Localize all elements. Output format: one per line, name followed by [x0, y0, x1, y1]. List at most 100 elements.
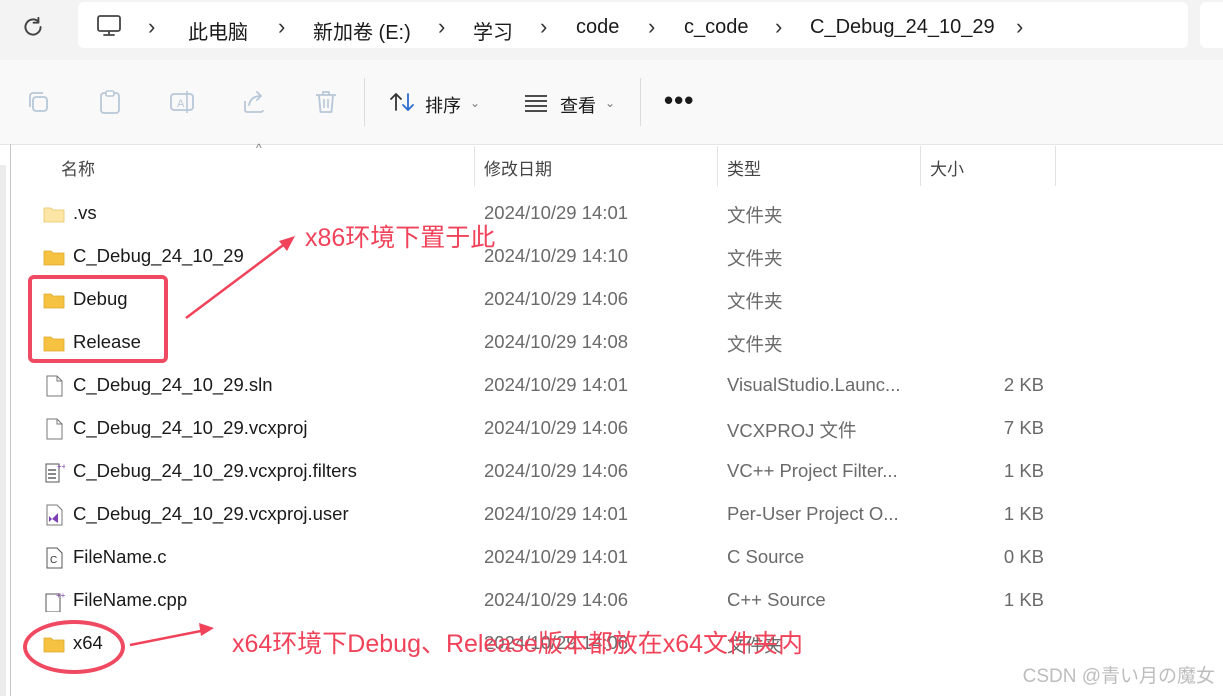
svg-text:C: C — [50, 555, 57, 566]
sort-icon[interactable] — [388, 88, 416, 116]
file-size: 1 KB — [1003, 503, 1044, 524]
search-box[interactable] — [1200, 2, 1223, 48]
breadcrumb-c-code[interactable]: c_code — [684, 16, 749, 39]
column-header-type[interactable]: 类型 — [727, 155, 761, 180]
toolbar-divider — [640, 78, 641, 126]
more-options-icon[interactable]: ••• — [664, 87, 694, 113]
breadcrumb-current-folder[interactable]: C_Debug_24_10_29 — [810, 16, 995, 39]
file-date: 2024/10/29 14:10 — [484, 245, 629, 266]
chevron-down-icon[interactable]: ⌄ — [470, 96, 480, 110]
share-icon[interactable] — [240, 88, 268, 116]
watermark: CSDN @青い月の魔女 — [1022, 666, 1215, 687]
x64-annotation-text: x64环境下Debug、Release版本都放在x64文件夹内 — [232, 630, 804, 658]
file-type: VisualStudio.Launc... — [727, 374, 901, 395]
column-header-name[interactable]: 名称 — [61, 155, 95, 180]
breadcrumb-chevron-icon[interactable]: › — [1016, 14, 1023, 40]
file-date: 2024/10/29 14:06 — [484, 417, 629, 438]
file-row[interactable]: .vs 2024/10/29 14:01 文件夹 — [30, 192, 1060, 235]
file-row[interactable]: Release 2024/10/29 14:08 文件夹 — [30, 321, 1060, 364]
file-size: 7 KB — [1003, 417, 1044, 438]
view-icon[interactable] — [522, 88, 550, 116]
breadcrumb-this-pc[interactable]: 此电脑 — [188, 16, 248, 45]
svg-text:++: ++ — [57, 462, 65, 471]
svg-text:++: ++ — [56, 591, 65, 600]
file-date: 2024/10/29 14:06 — [484, 589, 629, 610]
file-type: 文件夹 — [727, 334, 783, 355]
file-row[interactable]: C_Debug_24_10_29 2024/10/29 14:10 文件夹 — [30, 235, 1060, 278]
x64-highlight-ellipse — [23, 620, 125, 674]
file-row[interactable]: C_Debug_24_10_29.vcxproj.user 2024/10/29… — [30, 493, 1060, 536]
svg-text:A: A — [177, 98, 185, 110]
file-type: 文件夹 — [727, 205, 783, 226]
navigation-pane-edge — [0, 165, 6, 696]
file-row[interactable]: C_Debug_24_10_29.sln 2024/10/29 14:01 Vi… — [30, 364, 1060, 407]
file-row[interactable]: C_Debug_24_10_29.vcxproj 2024/10/29 14:0… — [30, 407, 1060, 450]
document-icon — [46, 375, 63, 397]
file-name[interactable]: C_Debug_24_10_29.vcxproj — [73, 417, 308, 439]
file-date: 2024/10/29 14:01 — [484, 202, 629, 223]
column-divider[interactable] — [717, 146, 718, 186]
file-type: VCXPROJ 文件 — [727, 420, 857, 441]
x86-annotation-text: x86环境下置于此 — [305, 224, 496, 252]
toolbar-divider — [364, 78, 365, 126]
file-date: 2024/10/29 14:06 — [484, 288, 629, 309]
debug-release-highlight-box — [28, 275, 168, 363]
file-size: 1 KB — [1003, 460, 1044, 481]
file-name[interactable]: FileName.c — [73, 546, 167, 568]
visual-studio-file-icon — [46, 504, 63, 526]
file-date: 2024/10/29 14:01 — [484, 546, 629, 567]
folder-icon — [43, 250, 65, 266]
document-icon — [46, 418, 63, 440]
file-name[interactable]: .vs — [73, 202, 97, 224]
breadcrumb-chevron-icon[interactable]: › — [775, 14, 782, 40]
file-size: 1 KB — [1003, 589, 1044, 610]
breadcrumb-drive-e[interactable]: 新加卷 (E:) — [313, 16, 411, 45]
file-type: 文件夹 — [727, 291, 783, 312]
chevron-down-icon[interactable]: ⌄ — [605, 96, 615, 110]
column-header-size[interactable]: 大小 — [930, 155, 964, 180]
address-bar-strip: › 此电脑 › 新加卷 (E:) › 学习 › code › c_code › … — [0, 0, 1223, 60]
file-type: 文件夹 — [727, 248, 783, 269]
breadcrumb-code[interactable]: code — [576, 16, 619, 39]
file-type: C++ Source — [727, 589, 826, 610]
breadcrumb-chevron-icon[interactable]: › — [438, 14, 445, 40]
file-row[interactable]: Debug 2024/10/29 14:06 文件夹 — [30, 278, 1060, 321]
breadcrumb-study[interactable]: 学习 — [473, 16, 513, 45]
file-row[interactable]: ++ FileName.cpp 2024/10/29 14:06 C++ Sou… — [30, 579, 1060, 622]
filters-file-icon: ++ — [45, 462, 65, 483]
file-date: 2024/10/29 14:01 — [484, 503, 629, 524]
delete-icon[interactable] — [312, 88, 340, 116]
pane-divider[interactable] — [10, 144, 11, 696]
file-name[interactable]: C_Debug_24_10_29 — [73, 245, 244, 267]
breadcrumb-chevron-icon[interactable]: › — [540, 14, 547, 40]
rename-icon[interactable]: A — [168, 88, 196, 116]
column-divider[interactable] — [920, 146, 921, 186]
file-name[interactable]: C_Debug_24_10_29.sln — [73, 374, 273, 396]
file-name[interactable]: FileName.cpp — [73, 589, 187, 611]
file-name[interactable]: C_Debug_24_10_29.vcxproj.user — [73, 503, 349, 525]
sort-button[interactable]: 排序 — [425, 92, 461, 118]
file-type: Per-User Project O... — [727, 503, 899, 524]
file-type: C Source — [727, 546, 805, 567]
file-row[interactable]: C FileName.c 2024/10/29 14:01 C Source 0… — [30, 536, 1060, 579]
file-date: 2024/10/29 14:08 — [484, 331, 629, 352]
paste-icon[interactable] — [96, 88, 124, 116]
copy-icon[interactable] — [24, 88, 52, 116]
file-row[interactable]: ++ C_Debug_24_10_29.vcxproj.filters 2024… — [30, 450, 1060, 493]
file-date: 2024/10/29 14:01 — [484, 374, 629, 395]
folder-icon — [43, 207, 65, 223]
file-size: 2 KB — [1003, 374, 1044, 395]
command-bar: A 排序 ⌄ 查看 ⌄ ••• — [0, 60, 1223, 145]
file-type: VC++ Project Filter... — [727, 460, 898, 481]
column-divider[interactable] — [1055, 146, 1056, 186]
refresh-icon[interactable] — [20, 14, 46, 40]
breadcrumb-chevron-icon[interactable]: › — [148, 14, 155, 40]
column-header-date[interactable]: 修改日期 — [484, 155, 552, 180]
computer-icon — [97, 15, 121, 36]
view-button[interactable]: 查看 — [560, 92, 596, 118]
file-name[interactable]: C_Debug_24_10_29.vcxproj.filters — [73, 460, 357, 482]
breadcrumb-chevron-icon[interactable]: › — [278, 14, 285, 40]
address-bar[interactable]: › 此电脑 › 新加卷 (E:) › 学习 › code › c_code › … — [78, 2, 1188, 48]
column-divider[interactable] — [474, 146, 475, 186]
breadcrumb-chevron-icon[interactable]: › — [648, 14, 655, 40]
